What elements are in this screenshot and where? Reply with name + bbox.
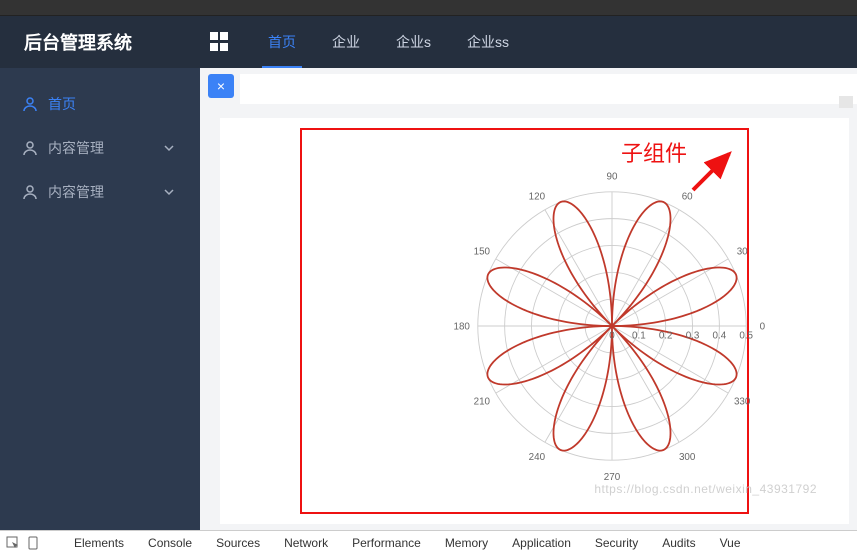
- svg-text:210: 210: [474, 397, 491, 408]
- svg-text:0.3: 0.3: [686, 331, 700, 342]
- svg-text:240: 240: [529, 452, 546, 463]
- svg-text:180: 180: [453, 322, 470, 333]
- devtools-panel[interactable]: Memory: [445, 536, 488, 550]
- svg-text:30: 30: [737, 246, 748, 257]
- user-icon: [22, 96, 38, 112]
- main-content: × 子组件 030609012015018021024027030033000.…: [200, 68, 857, 530]
- user-icon: [22, 140, 38, 156]
- devtools-panel[interactable]: Audits: [662, 536, 695, 550]
- watermark-text: https://blog.csdn.net/weixin_43931792: [594, 482, 817, 496]
- app-title: 后台管理系统: [0, 29, 200, 55]
- sidebar-item-label: 内容管理: [48, 182, 104, 202]
- svg-text:0.1: 0.1: [632, 331, 646, 342]
- sidebar-item-home[interactable]: 首页: [0, 82, 200, 126]
- svg-text:0.2: 0.2: [659, 331, 673, 342]
- polar-chart: 030609012015018021024027030033000.10.20.…: [442, 156, 782, 496]
- annotation-box: 子组件 030609012015018021024027030033000.10…: [300, 128, 749, 514]
- devtools-panel[interactable]: Vue: [720, 536, 741, 550]
- svg-text:0: 0: [760, 322, 766, 333]
- svg-text:90: 90: [607, 171, 618, 182]
- tab-enterprise-s[interactable]: 企业s: [378, 16, 449, 68]
- devtools-panel[interactable]: Sources: [216, 536, 260, 550]
- sidebar-item-content-1[interactable]: 内容管理: [0, 126, 200, 170]
- content-card: 子组件 030609012015018021024027030033000.10…: [220, 118, 849, 524]
- sidebar-item-label: 内容管理: [48, 138, 104, 158]
- svg-text:0: 0: [609, 331, 615, 342]
- devtools-panel[interactable]: Elements: [74, 536, 124, 550]
- svg-text:150: 150: [474, 246, 491, 257]
- sidebar-item-content-2[interactable]: 内容管理: [0, 170, 200, 214]
- tab-home[interactable]: 首页: [250, 16, 314, 68]
- close-tab-button[interactable]: ×: [208, 74, 234, 98]
- sidebar-item-label: 首页: [48, 94, 76, 114]
- browser-topbar: [0, 0, 857, 16]
- svg-text:120: 120: [529, 191, 546, 202]
- svg-text:0.5: 0.5: [739, 331, 753, 342]
- svg-text:300: 300: [679, 452, 696, 463]
- app-header: 后台管理系统 首页 企业 企业s 企业ss: [0, 16, 857, 68]
- svg-text:0.4: 0.4: [713, 331, 727, 342]
- svg-text:330: 330: [734, 397, 751, 408]
- devtools-inspect-icon[interactable]: [6, 536, 40, 550]
- chevron-down-icon: [164, 143, 174, 153]
- apps-grid-icon[interactable]: [210, 32, 230, 52]
- tab-enterprise-ss[interactable]: 企业ss: [449, 16, 527, 68]
- devtools-panel[interactable]: Console: [148, 536, 192, 550]
- devtools-panel[interactable]: Security: [595, 536, 638, 550]
- content-tabstrip: [240, 74, 857, 104]
- devtools-panel[interactable]: Network: [284, 536, 328, 550]
- sidebar: 首页 内容管理 内容管理: [0, 68, 200, 530]
- chevron-down-icon: [164, 187, 174, 197]
- devtools-panel[interactable]: Performance: [352, 536, 421, 550]
- user-icon: [22, 184, 38, 200]
- devtools-panel[interactable]: Application: [512, 536, 571, 550]
- top-tabs: 首页 企业 企业s 企业ss: [250, 16, 527, 68]
- tab-enterprise[interactable]: 企业: [314, 16, 378, 68]
- svg-text:60: 60: [682, 191, 693, 202]
- devtools-bar: Elements Console Sources Network Perform…: [0, 530, 857, 554]
